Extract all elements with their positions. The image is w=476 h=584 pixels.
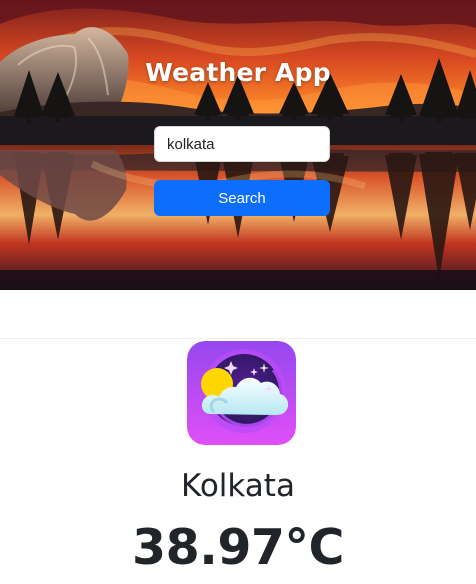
weather-icon: [187, 341, 296, 445]
section-divider: [0, 338, 476, 339]
weather-result-card: Kolkata 38.97°C: [0, 340, 476, 584]
hero-banner: Weather App Search: [0, 0, 476, 290]
temperature-value: 38.97°C: [132, 519, 344, 576]
app-title: Weather App: [145, 58, 331, 87]
search-button[interactable]: Search: [154, 180, 330, 216]
city-search-input[interactable]: [154, 126, 330, 162]
city-name: Kolkata: [181, 468, 295, 504]
